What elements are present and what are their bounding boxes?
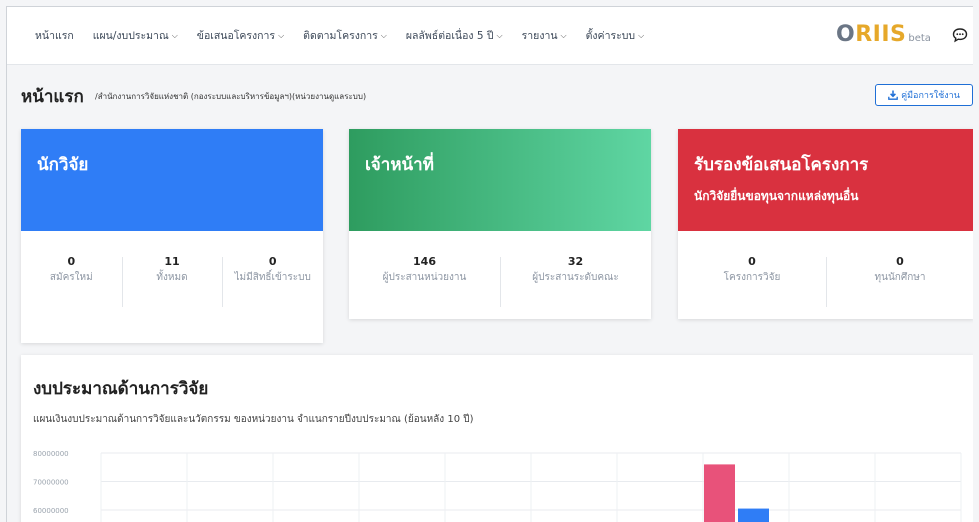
budget-chart: 80000000 70000000 60000000 — [33, 450, 962, 522]
proposal-card-subtitle: นักวิจัยยื่นขอทุนจากแหล่งทุนอื่น — [694, 189, 859, 203]
brand-logo[interactable]: ORIIS beta — [836, 22, 931, 47]
staff-stats: 146 ผู้ประสานหน่วยงาน 32 ผู้ประสานระดับคณะ — [349, 231, 651, 307]
app-window: หน้าแรก แผน/งบประมาณ ⌵ ข้อเสนอโครงการ ⌵ ติดตา… — [6, 6, 973, 522]
chevron-down-icon: ⌵ — [380, 30, 387, 40]
stat-value: 0 — [748, 255, 756, 268]
chevron-down-icon: ⌵ — [560, 30, 567, 40]
nav-item[interactable]: ข้อเสนอโครงการ ⌵ — [197, 27, 284, 44]
stat-item[interactable]: 0 โครงการวิจัย — [678, 255, 826, 285]
researcher-card-title: นักวิจัย — [37, 155, 89, 175]
nav-item-label: แผน/งบประมาณ — [92, 30, 169, 42]
stat-label: ทุนนักศึกษา — [874, 272, 926, 283]
nav-item-label: หน้าแรก — [35, 30, 74, 42]
user-manual-button[interactable]: คู่มือการใช้งาน — [875, 84, 973, 106]
chart-bar — [704, 464, 735, 522]
nav-item-label: รายงาน — [521, 30, 558, 42]
budget-section: งบประมาณด้านการวิจัย แผนเงินงบประมาณด้าน… — [21, 355, 973, 522]
brand-beta: beta — [908, 33, 931, 44]
chevron-down-icon: ⌵ — [171, 30, 178, 40]
brand-rest: RIIS — [855, 22, 907, 47]
stat-item[interactable]: 0 สมัครใหม่ — [21, 255, 122, 285]
staff-card-header: เจ้าหน้าที่ — [349, 129, 651, 231]
staff-card: เจ้าหน้าที่ 146 ผู้ประสานหน่วยงาน 32 ผู้ประ… — [349, 129, 651, 319]
user-manual-label: คู่มือการใช้งาน — [901, 91, 960, 101]
stat-value: 0 — [67, 255, 76, 268]
download-icon — [888, 90, 898, 100]
proposal-card-title: รับรองข้อเสนอโครงการ — [694, 155, 869, 175]
stat-item[interactable]: 0 ไม่มีสิทธิ์เข้าระบบ — [222, 255, 323, 307]
researcher-card: นักวิจัย 0 สมัครใหม่ 11 ทั้งหมด 0 ไม่มีสิทธิ์… — [21, 129, 323, 343]
stat-value: 0 — [268, 255, 277, 268]
stat-value: 32 — [567, 255, 584, 268]
nav-item[interactable]: หน้าแรก — [35, 27, 74, 44]
nav-item[interactable]: แผน/งบประมาณ ⌵ — [93, 27, 178, 44]
page-title: หน้าแรก — [21, 87, 84, 107]
stat-label: ผู้ประสานระดับคณะ — [532, 272, 619, 283]
stat-item[interactable]: 0 ทุนนักศึกษา — [826, 255, 973, 307]
nav-item-label: ติดตามโครงการ — [303, 30, 378, 42]
stat-value: 146 — [413, 255, 436, 268]
proposal-card-header: รับรองข้อเสนอโครงการ นักวิจัยยื่นขอทุนจา… — [678, 129, 973, 231]
nav-menu: หน้าแรก แผน/งบประมาณ ⌵ ข้อเสนอโครงการ ⌵ ติดตา… — [35, 27, 663, 44]
stat-item[interactable]: 32 ผู้ประสานระดับคณะ — [500, 255, 651, 307]
researcher-stats: 0 สมัครใหม่ 11 ทั้งหมด 0 ไม่มีสิทธิ์เข้าระบบ — [21, 231, 323, 307]
stat-label: ไม่มีสิทธิ์เข้าระบบ — [234, 272, 311, 283]
nav-item-label: ผลลัพธ์ต่อเนื่อง 5 ปี — [405, 30, 494, 42]
chart-bar — [738, 508, 769, 522]
stat-label: สมัครใหม่ — [49, 272, 93, 283]
stat-item[interactable]: 146 ผู้ประสานหน่วยงาน — [349, 255, 500, 285]
stat-value: 11 — [164, 255, 180, 268]
chevron-down-icon: ⌵ — [278, 30, 285, 40]
y-tick-label: 60000000 — [33, 507, 69, 515]
chat-icon[interactable] — [952, 27, 968, 43]
y-tick-label: 70000000 — [33, 479, 69, 487]
y-tick-label: 80000000 — [33, 450, 69, 458]
proposal-stats: 0 โครงการวิจัย 0 ทุนนักศึกษา — [678, 231, 973, 307]
brand-o: O — [836, 22, 856, 47]
stat-label: ผู้ประสานหน่วยงาน — [382, 272, 467, 283]
nav-item[interactable]: ผลลัพธ์ต่อเนื่อง 5 ปี ⌵ — [406, 27, 503, 44]
top-navbar: หน้าแรก แผน/งบประมาณ ⌵ ข้อเสนอโครงการ ⌵ ติดตา… — [7, 7, 973, 65]
proposal-card: รับรองข้อเสนอโครงการ นักวิจัยยื่นขอทุนจา… — [678, 129, 973, 319]
chevron-down-icon: ⌵ — [496, 30, 503, 40]
breadcrumb: /สำนักงานการวิจัยแห่งชาติ (กองระบบและบริ… — [95, 92, 367, 101]
researcher-card-header: นักวิจัย — [21, 129, 323, 231]
stat-label: โครงการวิจัย — [723, 272, 781, 283]
nav-item[interactable]: รายงาน ⌵ — [522, 27, 567, 44]
staff-card-title: เจ้าหน้าที่ — [365, 155, 434, 175]
nav-item[interactable]: ตั้งค่าระบบ ⌵ — [586, 27, 645, 44]
stat-value: 0 — [896, 255, 904, 268]
nav-item-label: ตั้งค่าระบบ — [585, 30, 636, 42]
chevron-down-icon: ⌵ — [638, 30, 645, 40]
nav-item[interactable]: ติดตามโครงการ ⌵ — [303, 27, 387, 44]
nav-item-label: ข้อเสนอโครงการ — [196, 30, 276, 42]
stat-item[interactable]: 11 ทั้งหมด — [121, 255, 223, 307]
stat-label: ทั้งหมด — [156, 272, 188, 283]
